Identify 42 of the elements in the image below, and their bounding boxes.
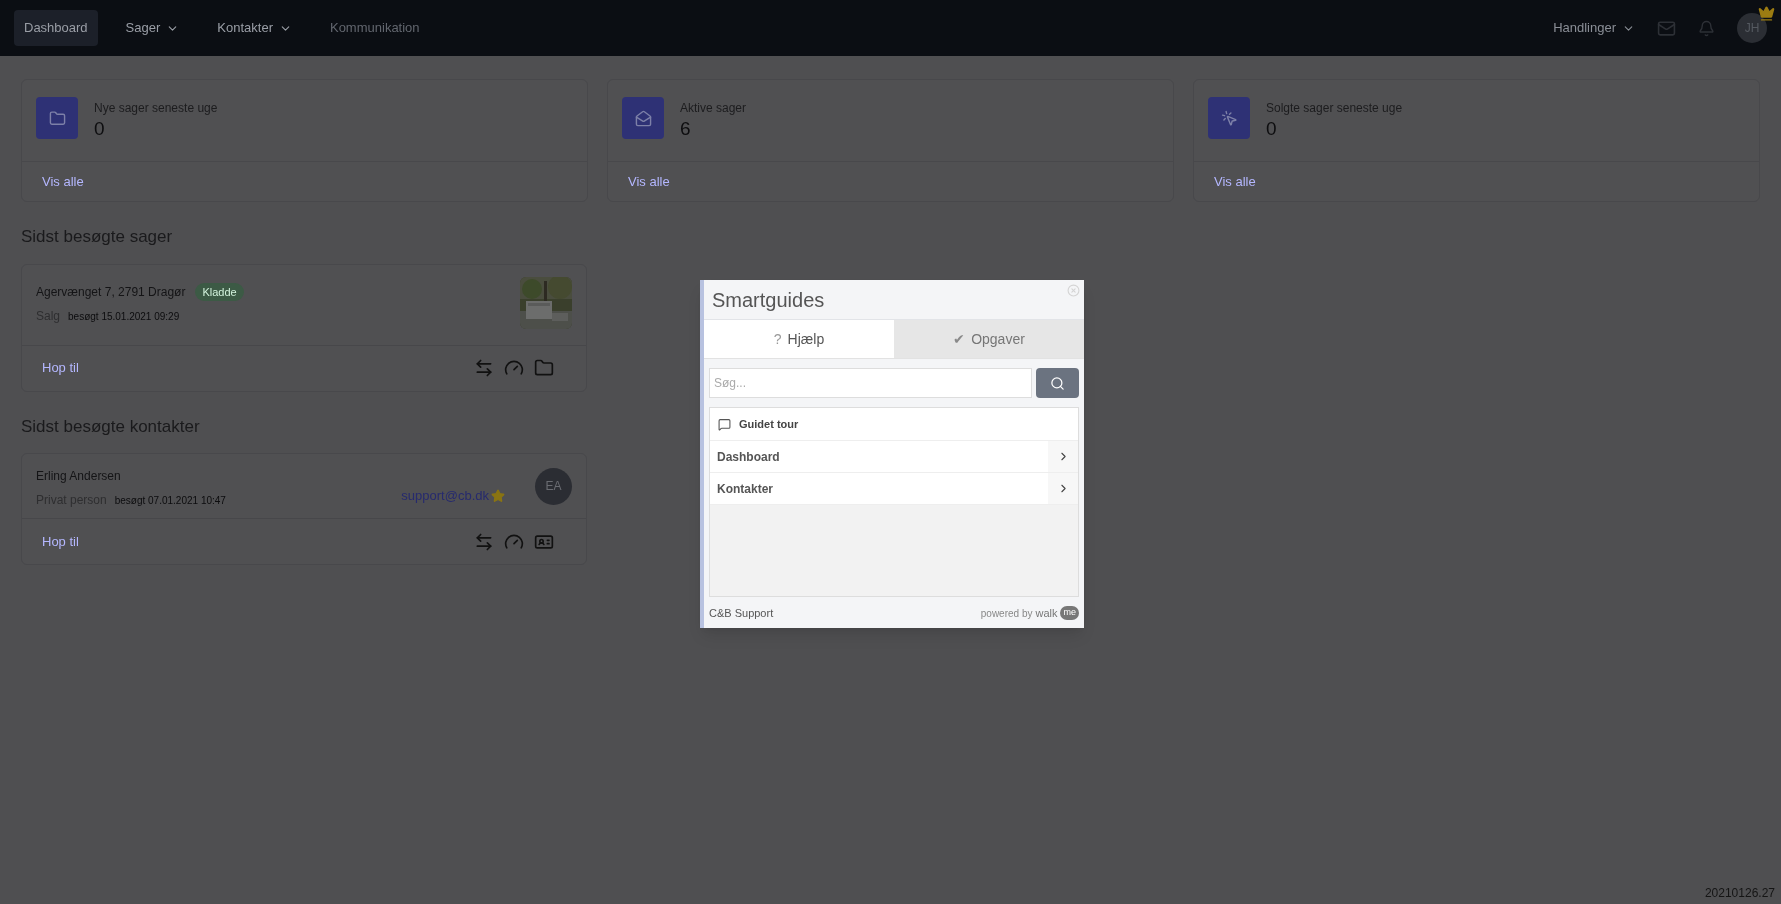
case-address[interactable]: Agervænget 7, 2791 Dragør xyxy=(36,282,186,301)
search-icon xyxy=(1050,375,1065,391)
version-number: 20210126.27 xyxy=(1704,885,1775,902)
jump-link[interactable]: Hop til xyxy=(42,358,79,378)
gauge-icon[interactable] xyxy=(504,358,524,378)
contact-name[interactable]: Erling Andersen xyxy=(36,467,226,485)
support-label: C&B Support xyxy=(709,605,774,621)
nav-item[interactable]: Sager xyxy=(115,10,190,46)
actions-menu[interactable]: Handlinger xyxy=(1553,18,1635,38)
dialog-tab[interactable]: ✔ Opgaver xyxy=(894,320,1084,358)
star-icon[interactable] xyxy=(491,489,505,503)
cursor-click-icon xyxy=(1208,97,1250,139)
view-all-link[interactable]: Vis alle xyxy=(628,171,670,192)
stat-value: 6 xyxy=(680,117,692,141)
envelope-icon xyxy=(622,97,664,139)
jump-link[interactable]: Hop til xyxy=(42,531,79,552)
guide-list-item[interactable]: Guidet tour xyxy=(710,408,1078,441)
dialog-tab[interactable]: ? Hjælp xyxy=(704,320,894,358)
visited-date: besøgt 07.01.2021 10:47 xyxy=(114,493,226,508)
guide-list-item[interactable]: Kontakter xyxy=(710,473,1078,505)
stat-value: 0 xyxy=(1266,117,1278,141)
contact-avatar: EA xyxy=(535,467,572,505)
guide-list-item[interactable]: Dashboard xyxy=(710,441,1078,473)
status-badge: Kladde xyxy=(195,282,244,301)
powered-by-label: powered by walk me xyxy=(980,604,1079,622)
arrows-icon[interactable] xyxy=(474,531,494,552)
view-all-link[interactable]: Vis alle xyxy=(42,171,84,192)
speech-bubble-icon xyxy=(718,417,731,431)
search-button[interactable] xyxy=(1036,368,1079,398)
nav-item[interactable]: Dashboard xyxy=(14,10,98,46)
nav-item[interactable]: Kontakter xyxy=(207,10,302,46)
visited-date: besøgt 15.01.2021 09:29 xyxy=(68,309,180,324)
folder-icon[interactable] xyxy=(534,358,554,378)
folder-icon xyxy=(36,97,78,139)
arrows-icon[interactable] xyxy=(474,358,494,378)
close-icon[interactable] xyxy=(1067,284,1080,297)
search-field[interactable]: Søg... xyxy=(709,368,1032,398)
stat-value: 0 xyxy=(94,117,106,141)
dialog-title: Smartguides xyxy=(712,287,825,313)
mail-icon[interactable] xyxy=(1657,18,1676,38)
view-all-link[interactable]: Vis alle xyxy=(1214,171,1256,192)
bell-icon[interactable] xyxy=(1698,19,1715,37)
